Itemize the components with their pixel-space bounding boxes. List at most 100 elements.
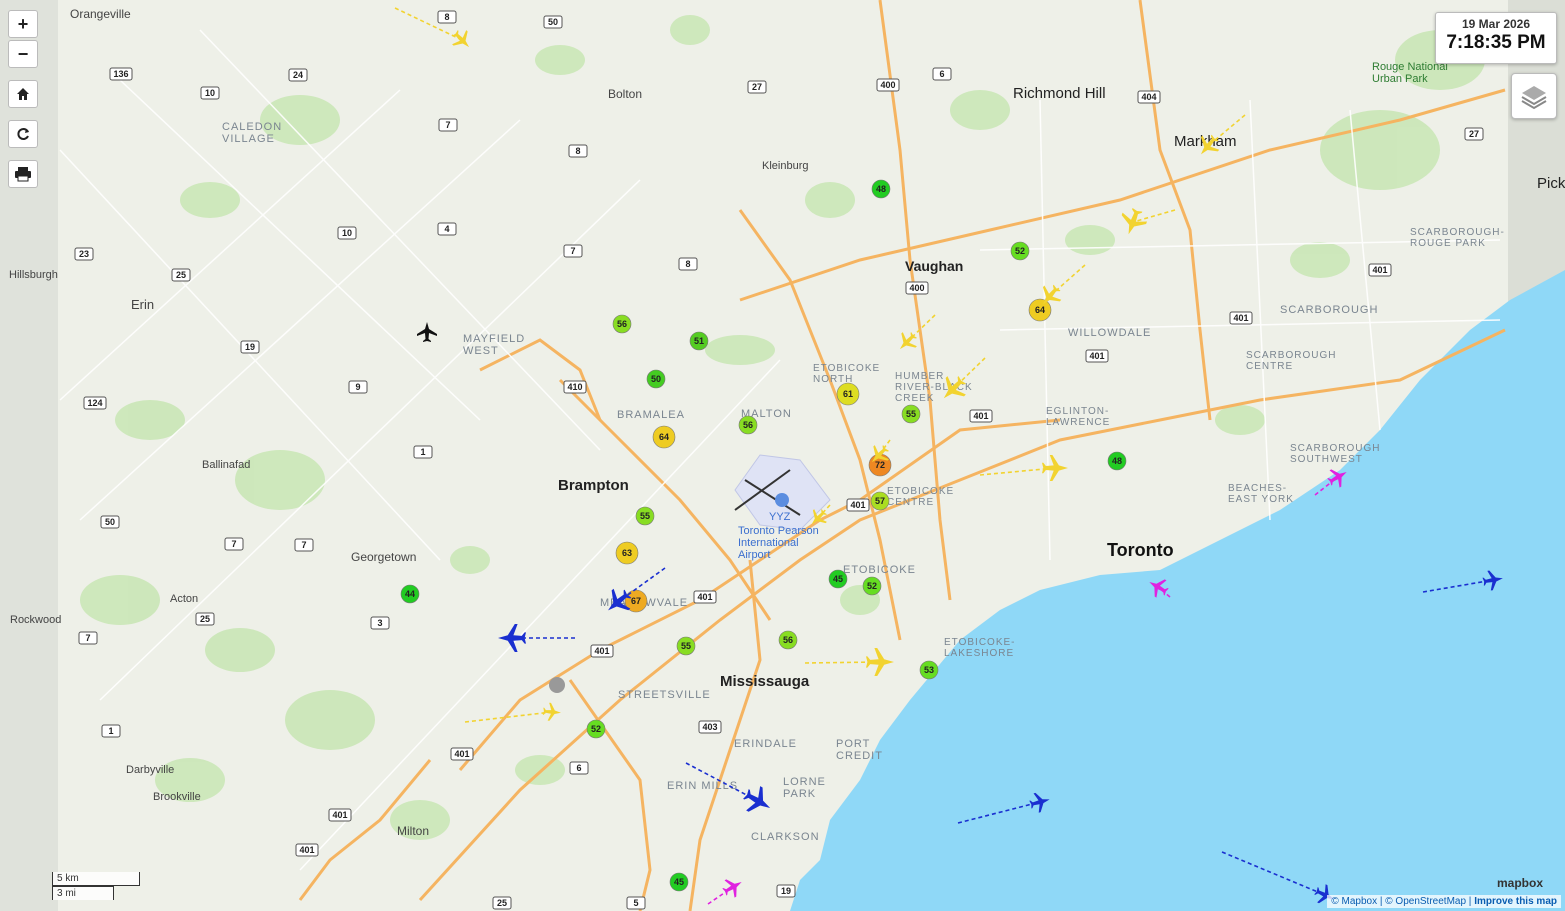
aqi-station-marker[interactable]: 51: [689, 331, 709, 351]
home-button[interactable]: [8, 80, 38, 108]
route-shield: 401: [295, 843, 319, 857]
svg-text:50: 50: [105, 517, 115, 527]
route-shield: 24: [288, 68, 308, 82]
label-pick: Pick: [1537, 175, 1565, 192]
aqi-station-marker[interactable]: 45: [828, 569, 848, 589]
aqi-station-marker[interactable]: 53: [919, 660, 939, 680]
svg-text:72: 72: [875, 460, 885, 470]
label-ballinafad: Ballinafad: [202, 459, 250, 471]
svg-text:67: 67: [631, 596, 641, 606]
svg-text:63: 63: [622, 548, 632, 558]
aqi-station-marker[interactable]: 63: [615, 541, 639, 565]
refresh-icon: [17, 128, 29, 140]
route-shield: 6: [932, 67, 952, 81]
svg-text:401: 401: [299, 845, 314, 855]
label-erin-mills: ERIN MILLS: [667, 780, 738, 792]
route-shield: 3: [370, 616, 390, 630]
aqi-station-marker[interactable]: 44: [400, 584, 420, 604]
svg-text:8: 8: [444, 12, 449, 22]
route-shield: 7: [563, 244, 583, 258]
route-shield: 4: [437, 222, 457, 236]
route-shield: 403: [698, 720, 722, 734]
attribution-osm-link[interactable]: © OpenStreetMap: [1385, 896, 1466, 907]
svg-text:24: 24: [293, 70, 303, 80]
label-kleinburg: Kleinburg: [762, 160, 808, 172]
svg-text:136: 136: [113, 69, 128, 79]
label-bolton: Bolton: [608, 87, 642, 101]
svg-text:400: 400: [880, 80, 895, 90]
aqi-station-marker[interactable]: 45: [669, 872, 689, 892]
svg-text:50: 50: [651, 374, 661, 384]
svg-text:1: 1: [420, 447, 425, 457]
svg-text:401: 401: [1233, 313, 1248, 323]
svg-text:7: 7: [570, 246, 575, 256]
route-shield: 7: [224, 537, 244, 551]
aqi-station-marker[interactable]: 57: [870, 491, 890, 511]
svg-text:9: 9: [355, 382, 360, 392]
svg-text:64: 64: [659, 432, 669, 442]
svg-text:401: 401: [973, 411, 988, 421]
aqi-station-marker[interactable]: 48: [1107, 451, 1127, 471]
layers-icon: [1521, 86, 1547, 110]
svg-text:400: 400: [909, 283, 924, 293]
route-shield: 124: [83, 396, 107, 410]
aqi-station-marker[interactable]: 55: [676, 636, 696, 656]
svg-text:7: 7: [445, 120, 450, 130]
svg-text:56: 56: [783, 635, 793, 645]
aqi-station-marker[interactable]: 50: [646, 369, 666, 389]
svg-text:55: 55: [640, 511, 650, 521]
route-shield: 7: [438, 118, 458, 132]
aqi-station-marker[interactable]: 55: [901, 404, 921, 424]
svg-text:45: 45: [674, 877, 684, 887]
route-shield: 400: [876, 78, 900, 92]
aqi-station-marker[interactable]: 48: [871, 179, 891, 199]
improve-map-link[interactable]: Improve this map: [1474, 896, 1557, 907]
svg-text:401: 401: [1089, 351, 1104, 361]
svg-text:50: 50: [548, 17, 558, 27]
svg-text:4: 4: [444, 224, 449, 234]
print-button[interactable]: [8, 160, 38, 188]
aqi-station-marker[interactable]: 64: [652, 425, 676, 449]
svg-text:64: 64: [1035, 305, 1045, 315]
svg-text:403: 403: [702, 722, 717, 732]
route-shield: 27: [1464, 127, 1484, 141]
scale-bar: 5 km 3 mi: [52, 872, 140, 900]
svg-text:1: 1: [108, 726, 113, 736]
label-georgetown: Georgetown: [351, 550, 416, 564]
label-scarborough: SCARBOROUGH: [1280, 304, 1378, 316]
svg-text:7: 7: [301, 540, 306, 550]
route-shield: 25: [195, 612, 215, 626]
svg-text:10: 10: [342, 228, 352, 238]
aqi-station-marker[interactable]: 61: [836, 382, 860, 406]
attribution-mapbox-link[interactable]: © Mapbox: [1331, 896, 1377, 907]
refresh-button[interactable]: [8, 120, 38, 148]
route-shield: 19: [240, 340, 260, 354]
aqi-station-marker[interactable]: 52: [586, 719, 606, 739]
svg-text:52: 52: [591, 724, 601, 734]
aqi-station-marker[interactable]: 56: [738, 415, 758, 435]
route-shield: 1: [413, 445, 433, 459]
route-shield: 23: [74, 247, 94, 261]
route-shield: 25: [171, 268, 191, 282]
map-canvas[interactable]: Orangeville Bolton CALEDON VILLAGE Kleinb…: [0, 0, 1565, 911]
print-icon: [15, 167, 31, 182]
route-shield: 25: [492, 896, 512, 910]
route-shield: 5: [626, 896, 646, 910]
svg-text:23: 23: [79, 249, 89, 259]
aqi-station-marker[interactable]: 52: [862, 576, 882, 596]
svg-text:53: 53: [924, 665, 934, 675]
aqi-station-marker[interactable]: 64: [1028, 298, 1052, 322]
zoom-in-button[interactable]: +: [8, 10, 38, 38]
zoom-out-button[interactable]: −: [8, 40, 38, 68]
aqi-station-marker[interactable]: 55: [635, 506, 655, 526]
layers-button[interactable]: [1511, 73, 1557, 119]
route-shield: 401: [450, 747, 474, 761]
svg-text:401: 401: [454, 749, 469, 759]
aqi-station-marker[interactable]: 56: [778, 630, 798, 650]
aqi-station-marker[interactable]: 56: [612, 314, 632, 334]
label-richmond-hill: Richmond Hill: [1013, 85, 1106, 102]
svg-text:52: 52: [1015, 246, 1025, 256]
aqi-station-marker[interactable]: 52: [1010, 241, 1030, 261]
svg-text:8: 8: [685, 259, 690, 269]
inactive-station-marker[interactable]: [549, 677, 565, 693]
